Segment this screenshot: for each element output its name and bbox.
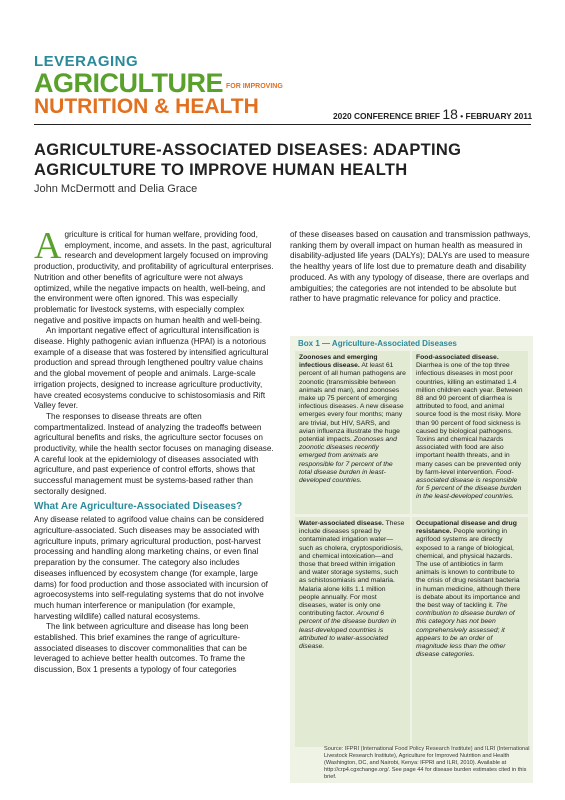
brief-prefix: 2020 CONFERENCE BRIEF	[333, 111, 441, 121]
cell-italic: Zoonoses and zoonotic diseases recently …	[299, 436, 397, 485]
drop-cap: A	[34, 225, 62, 267]
box-cell-occupational: Occupational disease and drug resistance…	[412, 517, 528, 747]
logo-line-agriculture: AGRICULTURE	[34, 68, 223, 98]
box-cell-water: Water-associated disease. These include …	[295, 517, 410, 747]
cell-heading: Food-associated disease.	[416, 354, 499, 361]
cell-italic: The contribution to disease burden of th…	[416, 602, 515, 659]
box-title: Box 1 — Agriculture-Associated Diseases	[298, 339, 457, 348]
cell-body: Diarrhea is one of the top three infecti…	[416, 362, 523, 476]
right-column-text: of these diseases based on causation and…	[290, 230, 532, 305]
paragraph-3: The responses to disease threats are oft…	[34, 411, 274, 496]
logo-line-nutrition-health: NUTRITION & HEALTH	[34, 95, 259, 118]
box-source: Source: IFPRI (International Food Policy…	[324, 746, 530, 780]
paragraph-4: Any disease related to agrifood value ch…	[34, 515, 268, 621]
program-logo: LEVERAGING AGRICULTURE FOR IMPROVING NUT…	[34, 54, 294, 118]
left-column: Agriculture is critical for human welfar…	[34, 225, 274, 676]
section-heading: What Are Agriculture-Associated Diseases…	[34, 500, 243, 512]
brief-header: 2020 CONFERENCE BRIEF 18 • FEBRUARY 2011	[333, 106, 532, 122]
paragraph-5: The link between agriculture and disease…	[34, 622, 249, 675]
box-1: Box 1 — Agriculture-Associated Diseases …	[290, 336, 533, 783]
logo-line-for-improving: FOR IMPROVING	[225, 83, 283, 90]
page-title: AGRICULTURE-ASSOCIATED DISEASES: ADAPTIN…	[34, 141, 462, 179]
cell-body: At least 61 percent of all human pathoge…	[299, 362, 406, 444]
authors: John McDermott and Delia Grace	[34, 183, 198, 195]
cell-heading: Water-associated disease.	[299, 520, 384, 527]
cell-body: People working in agrifood systems are d…	[416, 528, 521, 610]
brief-number: 18	[442, 106, 458, 122]
box-cell-food: Food-associated disease. Diarrhea is one…	[412, 351, 528, 514]
paragraph-2: An important negative effect of agricult…	[34, 326, 269, 411]
intro-text: griculture is critical for human welfare…	[34, 230, 274, 325]
header-rule	[34, 124, 531, 125]
cell-body: These include diseases spread by contami…	[299, 520, 405, 618]
right-paragraph: of these diseases based on causation and…	[290, 230, 531, 304]
brief-date: FEBRUARY 2011	[465, 111, 533, 121]
brief-separator: •	[460, 111, 464, 121]
intro-paragraph: Agriculture is critical for human welfar…	[34, 225, 274, 326]
box-cell-zoonoses: Zoonoses and emerging infectious disease…	[295, 351, 410, 514]
